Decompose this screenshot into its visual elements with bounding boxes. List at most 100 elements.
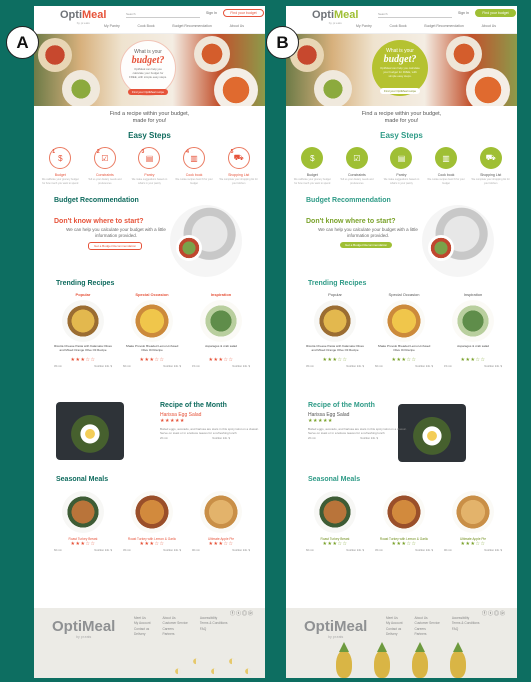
recipe-image bbox=[131, 299, 173, 342]
laptop-image bbox=[170, 204, 242, 277]
recipe-card[interactable]: Special Occasion Shake Provolo Breaded Le… bbox=[123, 292, 181, 368]
recipe-card[interactable]: Popular Ricotta Cheese Pasta with Kalamat… bbox=[54, 292, 112, 368]
hero-recipe-button[interactable]: Find your OptiMeal recipe bbox=[127, 89, 169, 95]
seasonal-card[interactable]: Roast Turkey with Lemon & Garlic ★★★☆☆ 45 … bbox=[123, 488, 181, 552]
plate-image bbox=[428, 234, 454, 261]
budget-recommendation-button[interactable]: Get a Budget Recommendation bbox=[340, 241, 393, 248]
footer-link[interactable]: Partners bbox=[162, 632, 187, 637]
easy-steps: 1$BudgetWe calibrate your grocery budget… bbox=[286, 147, 517, 185]
footer-logo[interactable]: OptiMeal by pr.eats bbox=[304, 618, 367, 639]
recipe-image bbox=[62, 299, 104, 342]
step-budget[interactable]: 1$BudgetWe calibrate your grocery budget… bbox=[40, 147, 80, 185]
seasonal-card[interactable]: Roast Turkey Breast ★★★☆☆ 60 min Nutrition … bbox=[54, 488, 112, 552]
footer-link[interactable]: Delivery bbox=[386, 632, 402, 637]
budget-text: We can help you calculate your budget wi… bbox=[66, 226, 166, 238]
pineapple-decoration bbox=[450, 650, 466, 678]
checklist-icon: ☑ bbox=[353, 153, 361, 163]
step-constraints[interactable]: 2☑ConstraintsTell us your dietary needs … bbox=[85, 147, 125, 185]
footer-link[interactable]: Partners bbox=[414, 632, 439, 637]
menu-item-cookbook[interactable]: Cook Book bbox=[390, 24, 407, 28]
clock-icon-time: 15 min bbox=[444, 364, 452, 368]
recipe-card[interactable]: Special Occasion Shake Provolo Breaded Le… bbox=[375, 292, 433, 368]
step-shopping-list[interactable]: 5⛟Shopping ListWe complete your shopping… bbox=[219, 147, 259, 185]
clock-icon-time: 15 min bbox=[192, 364, 200, 368]
recipe-image bbox=[383, 490, 425, 533]
easy-steps: 1$BudgetWe calibrate your grocery budget… bbox=[34, 147, 265, 185]
brand-logo[interactable]: OptiMeal by pr.eats bbox=[60, 9, 106, 25]
menu-item-budget[interactable]: Budget Recommendation bbox=[172, 24, 212, 28]
footer-link[interactable]: FAQ bbox=[200, 627, 228, 632]
find-budget-button[interactable]: Find your budget bbox=[475, 9, 516, 17]
recipe-image bbox=[62, 490, 104, 533]
footer-link[interactable]: Delivery bbox=[134, 632, 150, 637]
menu-item-about[interactable]: About Us bbox=[482, 24, 496, 28]
recipe-image bbox=[452, 299, 494, 342]
book-icon: ▥ bbox=[442, 153, 450, 163]
seasonal-card[interactable]: Roast Turkey Breast ★★★☆☆ 60 min Nutrition … bbox=[306, 488, 364, 552]
clock-icon-time: 45 min bbox=[54, 364, 62, 368]
pineapple-decoration bbox=[412, 650, 428, 678]
star-rating: ★★★☆☆ bbox=[460, 356, 486, 363]
menu-item-about[interactable]: About Us bbox=[230, 24, 244, 28]
budget-section: Budget Recommendation Don't know where t… bbox=[286, 197, 517, 277]
seasonal-card[interactable]: Ultimate Apple Pie ★★★☆☆ 90 min Nutrition I… bbox=[192, 488, 250, 552]
main-menu: My Pantry Cook Book Budget Recommendatio… bbox=[104, 24, 244, 28]
budget-title: Budget Recommendation bbox=[54, 196, 139, 204]
seasonal-title: Seasonal Meals bbox=[308, 475, 361, 483]
star-rating: ★★★☆☆ bbox=[322, 356, 348, 363]
budget-section: Budget Recommendation Don't know where t… bbox=[34, 196, 265, 277]
recipe-card[interactable]: Inspiration Asparagus & crab salad ★★★☆☆ 15… bbox=[192, 292, 250, 368]
easy-steps-title: Easy Steps bbox=[380, 131, 423, 141]
lemon-slice-decoration: ◐ bbox=[228, 653, 236, 668]
pinterest-icon[interactable]: ⓟ bbox=[248, 611, 254, 617]
recipe-image bbox=[452, 490, 494, 533]
star-rating: ★★★☆☆ bbox=[208, 356, 234, 363]
step-constraints[interactable]: 2☑ConstraintsTell us your dietary needs … bbox=[337, 147, 377, 185]
recipe-image bbox=[200, 299, 242, 342]
recipe-image bbox=[200, 490, 242, 533]
recipe-card[interactable]: Popular Ricotta Cheese Pasta with Kalamat… bbox=[306, 292, 364, 368]
find-budget-button[interactable]: Find your budget bbox=[223, 9, 264, 17]
lemon-slice-decoration: ◐ bbox=[244, 663, 252, 678]
cart-icon: ⛟ bbox=[485, 153, 496, 163]
search-input[interactable]: Search bbox=[126, 12, 200, 18]
clock-icon-time: 60 min bbox=[375, 364, 383, 368]
hero-dish-image bbox=[194, 36, 230, 72]
seasonal-section: Seasonal Meals Roast Turkey Breast ★★★☆☆ 6… bbox=[286, 476, 517, 566]
recipe-card[interactable]: Inspiration Asparagus & crab salad ★★★☆☆ 15… bbox=[444, 292, 502, 368]
menu-item-pantry[interactable]: My Pantry bbox=[104, 24, 120, 28]
clock-icon-time: 60 min bbox=[123, 364, 131, 368]
egg-salad-image[interactable] bbox=[56, 401, 124, 460]
menu-item-budget[interactable]: Budget Recommendation bbox=[424, 24, 464, 28]
hero-dish-image bbox=[466, 68, 510, 106]
signin-link[interactable]: Sign In bbox=[206, 11, 217, 15]
seasonal-card[interactable]: Roast Turkey with Lemon & Garlic ★★★☆☆ 45 … bbox=[375, 488, 433, 552]
search-input[interactable]: Search bbox=[378, 12, 452, 18]
signin-link[interactable]: Sign In bbox=[458, 11, 469, 15]
trending-title: Trending Recipes bbox=[56, 279, 115, 287]
budget-recommendation-button[interactable]: Get a Budget Recommendation bbox=[88, 241, 143, 250]
footer-logo[interactable]: OptiMeal by pr.eats bbox=[52, 618, 115, 639]
step-shopping-list[interactable]: 5⛟Shopping ListWe complete your shopping… bbox=[471, 147, 511, 185]
rotm-description: Boiled eggs, avocado, and harissa are st… bbox=[308, 426, 407, 435]
egg-salad-image[interactable] bbox=[398, 403, 466, 462]
book-icon: ▥ bbox=[190, 153, 198, 163]
rotm-title: Recipe of the Month bbox=[308, 401, 375, 409]
step-budget[interactable]: 1$BudgetWe calibrate your grocery budget… bbox=[292, 147, 332, 185]
menu-item-cookbook[interactable]: Cook Book bbox=[138, 24, 155, 28]
menu-item-pantry[interactable]: My Pantry bbox=[356, 24, 372, 28]
lemon-slice-decoration: ◐ bbox=[174, 663, 182, 678]
brand-logo[interactable]: OptiMeal by pr.eats bbox=[312, 9, 358, 25]
top-nav: OptiMeal by pr.eats Search Sign In Find y… bbox=[34, 6, 265, 34]
step-pantry[interactable]: 3▤PantryWe make suggestions based on wha… bbox=[381, 147, 421, 185]
hero-recipe-button[interactable]: Find your OptiMeal recipe bbox=[379, 88, 421, 94]
star-rating: ★★★★★ bbox=[308, 417, 333, 424]
step-pantry[interactable]: 3▤PantryWe make suggestions based on wha… bbox=[129, 147, 169, 185]
hero-dish-image bbox=[214, 68, 258, 106]
step-cookbook[interactable]: 4▥Cook bookWe curate recipes best fit fo… bbox=[426, 147, 466, 185]
pinterest-icon[interactable]: ⓟ bbox=[500, 611, 506, 617]
laptop-image bbox=[422, 204, 494, 277]
seasonal-card[interactable]: Ultimate Apple Pie ★★★☆☆ 90 min Nutrition I… bbox=[444, 488, 502, 552]
step-cookbook[interactable]: 4▥Cook bookWe curate recipes best fit fo… bbox=[174, 147, 214, 185]
footer-link[interactable]: FAQ bbox=[452, 627, 480, 632]
